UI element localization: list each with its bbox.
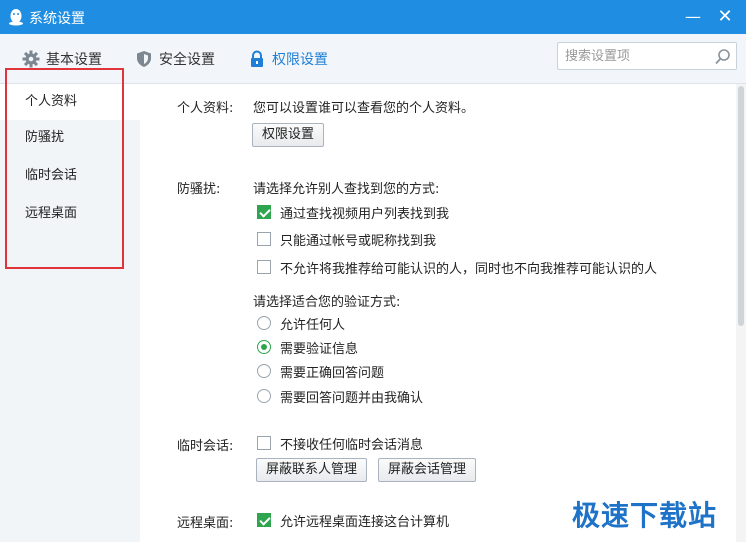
search-icon[interactable] bbox=[714, 48, 732, 66]
find-method-prompt: 请选择允许别人查找到您的方式: bbox=[253, 182, 440, 197]
checkbox-label: 允许远程桌面连接这台计算机 bbox=[280, 514, 450, 530]
radio-label: 需要正确回答问题 bbox=[280, 365, 385, 381]
profile-description: 您可以设置谁可以查看您的个人资料。 bbox=[253, 101, 475, 116]
verify-method-prompt: 请选择适合您的验证方式: bbox=[253, 295, 401, 310]
checkbox-label: 不接收任何临时会话消息 bbox=[280, 437, 424, 453]
checkbox-label: 不允许将我推荐给可能认识的人，同时也不向我推荐可能认识的人 bbox=[280, 261, 658, 277]
window-title: 系统设置 bbox=[29, 11, 85, 27]
checkbox-label: 只能通过帐号或昵称找到我 bbox=[280, 233, 437, 249]
temp-chat-section-label: 临时会话: bbox=[177, 439, 234, 454]
close-button[interactable]: ✕ bbox=[714, 6, 736, 28]
checkbox-option[interactable]: 允许远程桌面连接这台计算机 bbox=[257, 511, 450, 530]
tab-basic-settings[interactable]: 基本设置 bbox=[22, 46, 102, 72]
shield-icon bbox=[137, 51, 151, 67]
tab-label: 安全设置 bbox=[159, 52, 215, 68]
penguin-logo-icon bbox=[9, 9, 23, 26]
checkbox-option[interactable]: 不接收任何临时会话消息 bbox=[257, 434, 424, 453]
gear-icon bbox=[22, 50, 40, 68]
sidebar-item-remote-desktop[interactable]: 远程桌面 bbox=[0, 196, 140, 232]
vertical-scrollbar[interactable] bbox=[736, 84, 746, 542]
search-input[interactable] bbox=[558, 43, 708, 69]
radio-option[interactable]: 需要回答问题并由我确认 bbox=[257, 387, 424, 406]
sidebar-item-temp-chat[interactable]: 临时会话 bbox=[0, 158, 140, 194]
search-box bbox=[557, 42, 737, 70]
tab-security-settings[interactable]: 安全设置 bbox=[135, 46, 215, 72]
checkbox-option[interactable]: 不允许将我推荐给可能认识的人，同时也不向我推荐可能认识的人 bbox=[257, 258, 658, 277]
sidebar-item-anti-harass[interactable]: 防骚扰 bbox=[0, 120, 140, 156]
remote-section-label: 远程桌面: bbox=[177, 516, 234, 531]
scrollbar-thumb[interactable] bbox=[738, 86, 744, 326]
checkbox-option[interactable]: 只能通过帐号或昵称找到我 bbox=[257, 230, 437, 249]
radio-button[interactable] bbox=[257, 389, 271, 403]
radio-label: 需要验证信息 bbox=[280, 341, 359, 357]
settings-content: 个人资料: 您可以设置谁可以查看您的个人资料。 权限设置 防骚扰: 请选择允许别… bbox=[140, 84, 746, 542]
checkbox[interactable] bbox=[257, 260, 271, 274]
profile-section-label: 个人资料: bbox=[177, 101, 234, 116]
sidebar-item-profile[interactable]: 个人资料 bbox=[0, 84, 140, 120]
checkbox-label: 通过查找视频用户列表找到我 bbox=[280, 206, 450, 222]
radio-option[interactable]: 允许任何人 bbox=[257, 314, 346, 333]
title-bar: 系统设置 — ✕ bbox=[0, 0, 746, 34]
checkbox-option[interactable]: 通过查找视频用户列表找到我 bbox=[257, 203, 450, 222]
radio-label: 需要回答问题并由我确认 bbox=[280, 390, 424, 406]
antiharass-section-label: 防骚扰: bbox=[177, 182, 221, 197]
checkbox[interactable] bbox=[257, 513, 271, 527]
checkbox[interactable] bbox=[257, 436, 271, 450]
watermark: 极速下载站 bbox=[572, 499, 718, 532]
radio-button[interactable] bbox=[257, 316, 271, 330]
lock-icon bbox=[251, 50, 263, 67]
tab-permission-settings[interactable]: 权限设置 bbox=[248, 46, 328, 72]
checkbox[interactable] bbox=[257, 205, 271, 219]
block-contacts-button[interactable]: 屏蔽联系人管理 bbox=[256, 458, 368, 482]
radio-option[interactable]: 需要正确回答问题 bbox=[257, 362, 385, 381]
block-sessions-button[interactable]: 屏蔽会话管理 bbox=[378, 458, 477, 482]
radio-button[interactable] bbox=[257, 364, 271, 378]
checkbox[interactable] bbox=[257, 232, 271, 246]
tab-label: 基本设置 bbox=[46, 52, 102, 68]
sidebar: 个人资料 防骚扰 临时会话 远程桌面 bbox=[0, 84, 140, 542]
permission-settings-button[interactable]: 权限设置 bbox=[252, 123, 325, 147]
minimize-button[interactable]: — bbox=[682, 6, 704, 28]
radio-button[interactable] bbox=[257, 340, 271, 354]
radio-label: 允许任何人 bbox=[280, 317, 346, 333]
tab-label: 权限设置 bbox=[272, 52, 328, 68]
radio-option[interactable]: 需要验证信息 bbox=[257, 338, 359, 357]
